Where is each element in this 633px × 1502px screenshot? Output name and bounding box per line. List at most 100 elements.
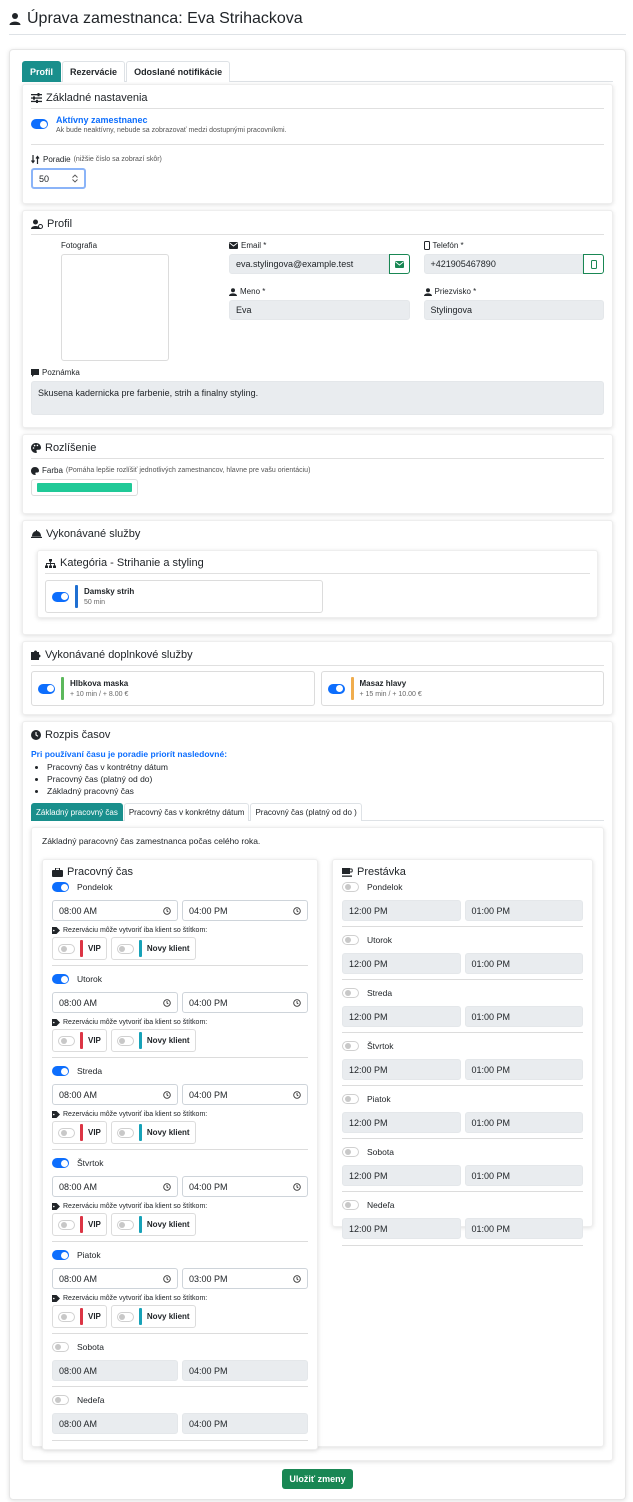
clock-icon: [163, 906, 171, 915]
work-from-input[interactable]: 08:00 AM: [52, 992, 178, 1013]
work-from-input[interactable]: 08:00 AM: [52, 1268, 178, 1289]
work-to-input[interactable]: 04:00 PM: [182, 992, 308, 1013]
addon-switch[interactable]: [38, 683, 55, 694]
email-send-button[interactable]: [388, 254, 410, 274]
addon-item-hlbkova-maska[interactable]: Hlbkova maska + 10 min / + 8.00 €: [31, 671, 315, 706]
schedule-tabs: Základný pracovný čas Pracovný čas v kon…: [31, 803, 604, 821]
work-day-row: Pondelok: [52, 880, 308, 894]
name-field[interactable]: Eva: [229, 300, 410, 320]
tag-toggle[interactable]: Novy klient: [110, 1029, 196, 1052]
work-day-switch[interactable]: [52, 882, 69, 892]
break-day-name: Štvrtok: [367, 1041, 394, 1051]
active-switch[interactable]: [31, 119, 48, 129]
work-to-input[interactable]: 04:00 PM: [182, 1360, 308, 1381]
break-to-input[interactable]: 01:00 PM: [464, 900, 583, 921]
break-day-switch[interactable]: [342, 882, 359, 892]
work-from-input[interactable]: 08:00 AM: [52, 1084, 178, 1105]
work-day-switch[interactable]: [52, 1158, 69, 1168]
work-day-switch[interactable]: [52, 1342, 69, 1352]
tag-switch[interactable]: [58, 1127, 75, 1138]
tag-toggle[interactable]: Novy klient: [110, 1305, 196, 1328]
surname-field[interactable]: Stylingova: [423, 300, 604, 320]
phone-call-button[interactable]: [583, 254, 604, 274]
tag-switch[interactable]: [116, 1219, 134, 1230]
break-to-input[interactable]: 01:00 PM: [464, 1112, 583, 1133]
phone-field[interactable]: +421905467890: [423, 254, 583, 274]
addon-item-masaz-hlavy[interactable]: Masaz hlavy + 15 min / + 10.00 €: [320, 671, 604, 706]
work-day-switch[interactable]: [52, 1066, 69, 1076]
tag-switch[interactable]: [58, 1311, 75, 1322]
work-day-switch[interactable]: [52, 1250, 69, 1260]
break-from-input[interactable]: 12:00 PM: [342, 1218, 461, 1239]
tag-switch[interactable]: [116, 1127, 134, 1138]
tag-toggle[interactable]: Novy klient: [110, 937, 196, 960]
break-day-switch[interactable]: [342, 1041, 359, 1051]
work-day-switch[interactable]: [52, 1395, 69, 1405]
tab-rezervacie[interactable]: Rezervácie: [62, 61, 126, 82]
break-to-input[interactable]: 01:00 PM: [464, 1218, 583, 1239]
tag-toggle[interactable]: VIP: [52, 1305, 107, 1328]
break-day-switch[interactable]: [342, 1200, 359, 1210]
photo-dropzone[interactable]: [61, 254, 169, 361]
tab-zakladny-pracovny-cas[interactable]: Základný pracovný čas: [31, 803, 123, 821]
tag-switch[interactable]: [58, 943, 75, 954]
tab-profil[interactable]: Profil: [22, 61, 62, 82]
tag-toggle[interactable]: VIP: [52, 1213, 107, 1236]
work-day-name: Streda: [77, 1066, 103, 1076]
category-card: Kategória - Strihanie a styling Damsky s…: [37, 550, 598, 618]
work-from-input[interactable]: 08:00 AM: [52, 1413, 178, 1434]
addon-switch[interactable]: [327, 683, 345, 694]
work-to-input[interactable]: 04:00 PM: [182, 1176, 308, 1197]
break-to-input[interactable]: 01:00 PM: [464, 953, 583, 974]
tag-toggle[interactable]: VIP: [52, 1029, 107, 1052]
break-from-input[interactable]: 12:00 PM: [342, 1006, 461, 1027]
work-from-input[interactable]: 08:00 AM: [52, 900, 178, 921]
note-field[interactable]: Skusena kadernicka pre farbenie, strih a…: [31, 381, 604, 415]
break-day-switch[interactable]: [342, 988, 359, 998]
color-picker[interactable]: [31, 479, 138, 496]
tag-toggle[interactable]: Novy klient: [110, 1121, 196, 1144]
break-from-input[interactable]: 12:00 PM: [342, 1112, 461, 1133]
break-day-switch[interactable]: [342, 1094, 359, 1104]
work-to-input[interactable]: 04:00 PM: [182, 1084, 308, 1105]
clock-icon: [163, 1182, 171, 1191]
stepper-arrows-icon[interactable]: [72, 174, 78, 183]
priority-item: Pracovný čas (platný od do): [47, 773, 604, 785]
work-from-input[interactable]: 08:00 AM: [52, 1360, 178, 1381]
break-to-input[interactable]: 01:00 PM: [464, 1059, 583, 1080]
work-to-input[interactable]: 03:00 PM: [182, 1268, 308, 1289]
tab-pracovny-cas-platny-od-do[interactable]: Pracovný čas (platný od do ): [250, 803, 362, 821]
order-input[interactable]: 50: [31, 168, 86, 189]
break-from-input[interactable]: 12:00 PM: [342, 900, 461, 921]
work-day-name: Nedeľa: [77, 1395, 105, 1405]
break-from-input[interactable]: 12:00 PM: [342, 953, 461, 974]
tag-switch[interactable]: [116, 1035, 134, 1046]
break-from-input[interactable]: 12:00 PM: [342, 1165, 461, 1186]
work-to-input[interactable]: 04:00 PM: [182, 1413, 308, 1434]
tag-switch[interactable]: [58, 1035, 75, 1046]
save-button[interactable]: Uložiť zmeny: [282, 1469, 353, 1489]
work-day-name: Utorok: [77, 974, 103, 984]
work-to-input[interactable]: 04:00 PM: [182, 900, 308, 921]
break-from-input[interactable]: 12:00 PM: [342, 1059, 461, 1080]
break-day-switch[interactable]: [342, 935, 359, 945]
service-switch[interactable]: [52, 591, 69, 602]
tab-pracovny-cas-konkretny-datum[interactable]: Pracovný čas v konkrétny dátum: [123, 803, 250, 821]
tag-toggle[interactable]: Novy klient: [110, 1213, 196, 1236]
tag-switch[interactable]: [116, 943, 134, 954]
tag-switch[interactable]: [58, 1219, 75, 1230]
email-field[interactable]: eva.stylingova@example.test: [229, 254, 389, 274]
work-from-input[interactable]: 08:00 AM: [52, 1176, 178, 1197]
tab-odoslane-notifikacie[interactable]: Odoslané notifikácie: [126, 61, 231, 82]
user-icon: [229, 287, 237, 296]
tag-toggle[interactable]: VIP: [52, 937, 107, 960]
tag-switch[interactable]: [116, 1311, 134, 1322]
tag-toggle[interactable]: VIP: [52, 1121, 107, 1144]
work-day-switch[interactable]: [52, 974, 69, 984]
break-to-input[interactable]: 01:00 PM: [464, 1165, 583, 1186]
user-gear-icon: [31, 219, 43, 229]
break-to-input[interactable]: 01:00 PM: [464, 1006, 583, 1027]
break-day-switch[interactable]: [342, 1147, 359, 1157]
service-item[interactable]: Damsky strih 50 min: [45, 580, 323, 613]
divider: [52, 1440, 308, 1441]
